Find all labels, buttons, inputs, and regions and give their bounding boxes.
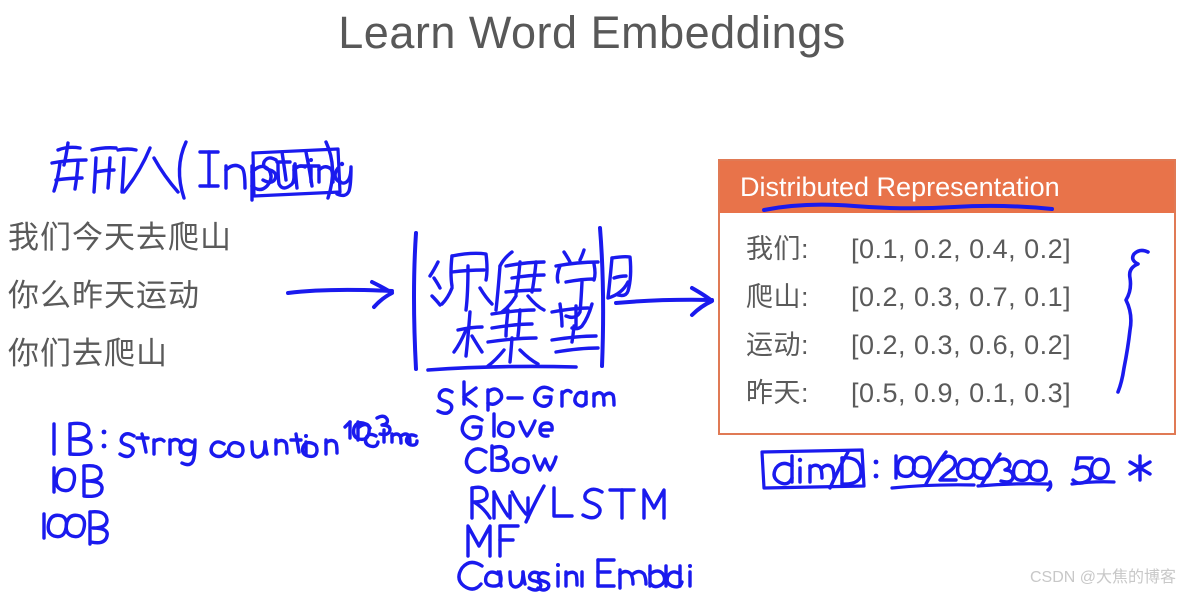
table-row: 运动: [0.2, 0.3, 0.6, 0.2]: [746, 321, 1174, 369]
embedding-table: 我们: [0.1, 0.2, 0.4, 0.2] 爬山: [0.2, 0.3, …: [720, 213, 1174, 417]
table-row: 昨天: [0.5, 0.9, 0.1, 0.3]: [746, 369, 1174, 417]
embedding-word: 我们:: [746, 234, 810, 264]
distributed-representation-header: Distributed Representation: [720, 161, 1174, 213]
embedding-vector: [0.2, 0.3, 0.6, 0.2]: [851, 330, 1072, 360]
input-sentence: 你们去爬山: [8, 336, 168, 371]
slide-canvas: Learn Word Embeddings 我们今天去爬山 你么昨天运动 你们去…: [0, 0, 1184, 593]
embedding-vector: [0.2, 0.3, 0.7, 0.1]: [851, 282, 1072, 312]
embedding-word: 爬山:: [746, 282, 810, 312]
embedding-word: 运动:: [746, 330, 810, 360]
distributed-representation-card: Distributed Representation 我们: [0.1, 0.2…: [718, 159, 1176, 435]
table-row: 我们: [0.1, 0.2, 0.4, 0.2]: [746, 225, 1174, 273]
table-row: 爬山: [0.2, 0.3, 0.7, 0.1]: [746, 273, 1174, 321]
watermark: CSDN @大焦的博客: [1029, 569, 1176, 586]
input-sentence: 我们今天去爬山: [8, 220, 232, 255]
embedding-word: 昨天:: [746, 378, 810, 408]
input-sentence: 你么昨天运动: [8, 278, 200, 313]
page-title: Learn Word Embeddings: [338, 7, 846, 58]
embedding-vector: [0.1, 0.2, 0.4, 0.2]: [851, 234, 1072, 264]
embedding-vector: [0.5, 0.9, 0.1, 0.3]: [851, 378, 1072, 408]
